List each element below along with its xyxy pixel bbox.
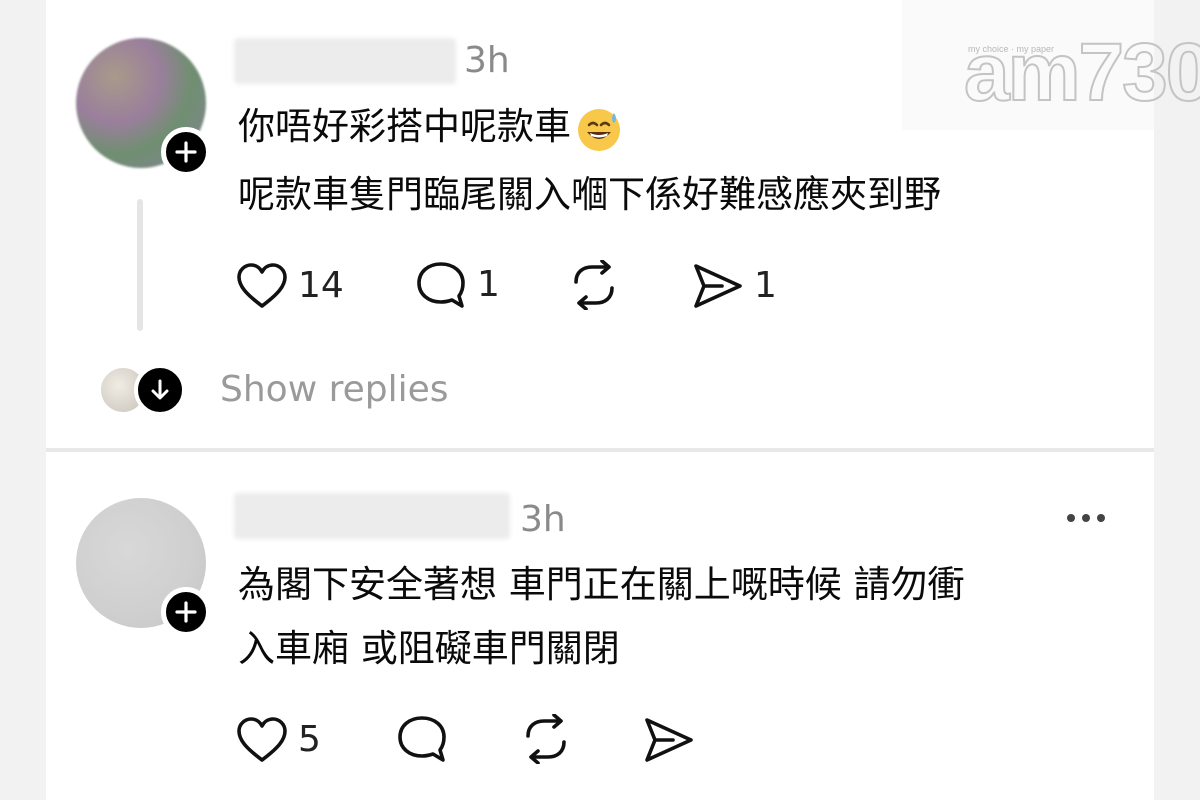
replies-avatars[interactable] xyxy=(98,364,186,416)
repost-button[interactable] xyxy=(520,714,572,764)
arrow-down-icon xyxy=(151,379,169,400)
post-time: 3h xyxy=(464,40,510,81)
show-replies-link[interactable]: Show replies xyxy=(220,366,449,414)
more-options-button[interactable] xyxy=(1066,510,1106,530)
plus-icon xyxy=(175,601,197,623)
share-button[interactable]: 1 xyxy=(692,262,777,310)
sweat-smile-emoji xyxy=(578,108,620,151)
comment-count: 1 xyxy=(477,264,500,305)
username-blurred[interactable] xyxy=(234,38,456,84)
like-button[interactable]: 5 xyxy=(236,716,321,764)
heart-icon xyxy=(237,263,287,308)
post-time: 3h xyxy=(520,499,566,540)
follow-button[interactable] xyxy=(161,587,211,637)
username-blurred[interactable] xyxy=(234,493,510,539)
send-icon xyxy=(694,264,742,308)
send-icon xyxy=(645,718,693,762)
comment-button[interactable] xyxy=(396,714,448,764)
plus-icon xyxy=(175,141,197,163)
post-text: 呢款車隻門臨尾關入嗰下係好難感應夾到野 xyxy=(238,173,941,216)
post-text: 為閣下安全著想 車門正在關上嘅時候 請勿衝 xyxy=(238,563,965,606)
like-count: 5 xyxy=(298,719,321,760)
post-text: 你唔好彩搭中呢款車 xyxy=(238,105,571,148)
comment-bubble-icon xyxy=(398,716,446,762)
follow-button[interactable] xyxy=(161,127,211,177)
like-button[interactable]: 14 xyxy=(236,262,344,310)
comment-bubble-icon xyxy=(417,262,465,308)
heart-icon xyxy=(237,717,287,762)
share-button[interactable] xyxy=(643,716,695,764)
like-count: 14 xyxy=(298,265,344,306)
watermark-tagline: my choice · my paper xyxy=(968,44,1055,54)
thread-line xyxy=(137,199,143,331)
comment-button[interactable]: 1 xyxy=(415,260,500,310)
more-dots-icon xyxy=(1067,514,1105,522)
post-text-line: 你唔好彩搭中呢款車 xyxy=(238,103,623,153)
repost-icon xyxy=(574,260,614,310)
repost-button[interactable] xyxy=(568,260,620,310)
expand-replies-badge[interactable] xyxy=(134,364,186,416)
watermark-brand: am730 xyxy=(963,27,1200,118)
repost-icon xyxy=(526,714,566,764)
share-count: 1 xyxy=(754,265,777,306)
post-text: 入車廂 或阻礙車門關閉 xyxy=(238,627,620,670)
